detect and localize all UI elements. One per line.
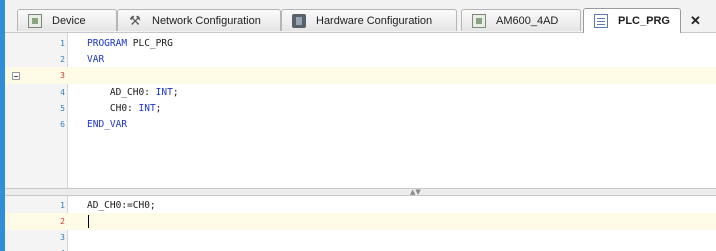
tab-plc-prg[interactable]: PLC_PRG ✕ [583,8,701,33]
line-number: 3 [60,233,65,242]
line-number: 1 [60,39,65,48]
line-number: 3 [60,71,65,80]
network-icon: ⚒ [129,12,141,28]
separator: : [144,87,156,98]
tab-hardware-configuration[interactable]: Hardware Configuration [281,9,457,31]
type-keyword: INT [155,87,173,98]
line-number: 6 [60,120,65,129]
keyword: VAR [87,54,105,65]
hardware-icon [292,13,306,28]
tab-label: Device [52,14,86,27]
variable-name: AD_CH0 [87,87,145,98]
program-name: PLC_PRG [127,38,173,49]
code-line[interactable]: 6 END_VAR [5,116,716,133]
line-number: 4 [45,245,65,251]
tab-label: PLC_PRG [618,15,670,27]
tab-am600-4ad[interactable]: AM600_4AD [461,9,581,31]
tab-label: AM600_4AD [496,14,559,27]
line-number: 5 [60,104,65,113]
separator: : [127,103,139,114]
tab-label: Network Configuration [152,14,261,27]
code-line[interactable]: 3 [5,229,716,246]
line-number: 2 [60,217,65,226]
statement: AD_CH0:=CH0; [87,200,156,211]
pou-document-icon [594,14,608,28]
code-line[interactable]: 1 AD_CH0:=CH0; [5,197,716,214]
code-line-current[interactable]: 2 [5,213,716,230]
keyword: END_VAR [87,119,128,130]
device-icon [28,13,42,28]
editor-splitter[interactable]: ▲▼ [5,188,716,196]
line-number: 2 [60,55,65,64]
declaration-editor[interactable]: 1 PROGRAM PLC_PRG 2 VAR 3 4 AD_CH0: INT;… [5,33,716,188]
splitter-arrows-icon[interactable]: ▲▼ [410,188,421,196]
tab-device[interactable]: Device [17,9,117,31]
tab-label: Hardware Configuration [316,14,433,27]
code-line[interactable]: 5 CH0: INT; [5,100,716,117]
line-number: 4 [60,88,65,97]
module-icon [472,13,486,28]
tab-network-configuration[interactable]: ⚒ Network Configuration [117,9,281,31]
code-line[interactable]: 2 VAR [5,51,716,68]
code-line[interactable]: 4 [5,245,716,251]
code-line[interactable]: 4 AD_CH0: INT; [5,84,716,101]
keyword: PROGRAM [87,38,128,49]
type-keyword: INT [138,103,156,114]
editor-tab-strip: Device ⚒ Network Configuration Hardware … [5,0,716,33]
close-icon[interactable]: ✕ [690,13,701,29]
terminator: ; [155,103,162,114]
terminator: ; [172,87,179,98]
variable-name: CH0 [87,103,128,114]
text-caret [88,215,89,228]
implementation-editor[interactable]: 1 AD_CH0:=CH0; 2 3 4 [5,196,716,251]
code-line[interactable]: 1 PROGRAM PLC_PRG [5,35,716,52]
line-number: 1 [60,201,65,210]
code-line-current[interactable]: 3 [5,67,716,84]
collapse-icon[interactable] [12,72,20,80]
